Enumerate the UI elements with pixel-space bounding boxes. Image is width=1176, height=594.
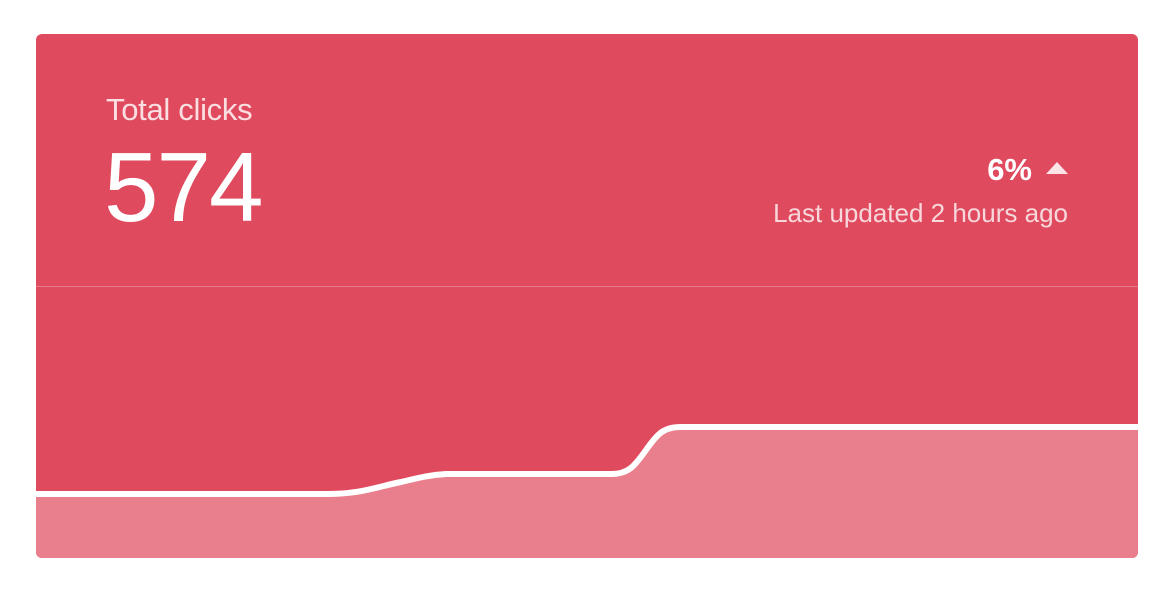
total-clicks-value: 574	[104, 132, 264, 242]
total-clicks-card: Total clicks 574 6% Last updated 2 hours…	[36, 34, 1138, 558]
change-indicator: 6%	[987, 152, 1068, 188]
last-updated-text: Last updated 2 hours ago	[773, 198, 1068, 228]
card-title: Total clicks	[106, 92, 253, 127]
sparkline-chart	[36, 424, 1138, 558]
triangle-up-icon	[1046, 162, 1068, 174]
change-percent: 6%	[987, 152, 1032, 187]
